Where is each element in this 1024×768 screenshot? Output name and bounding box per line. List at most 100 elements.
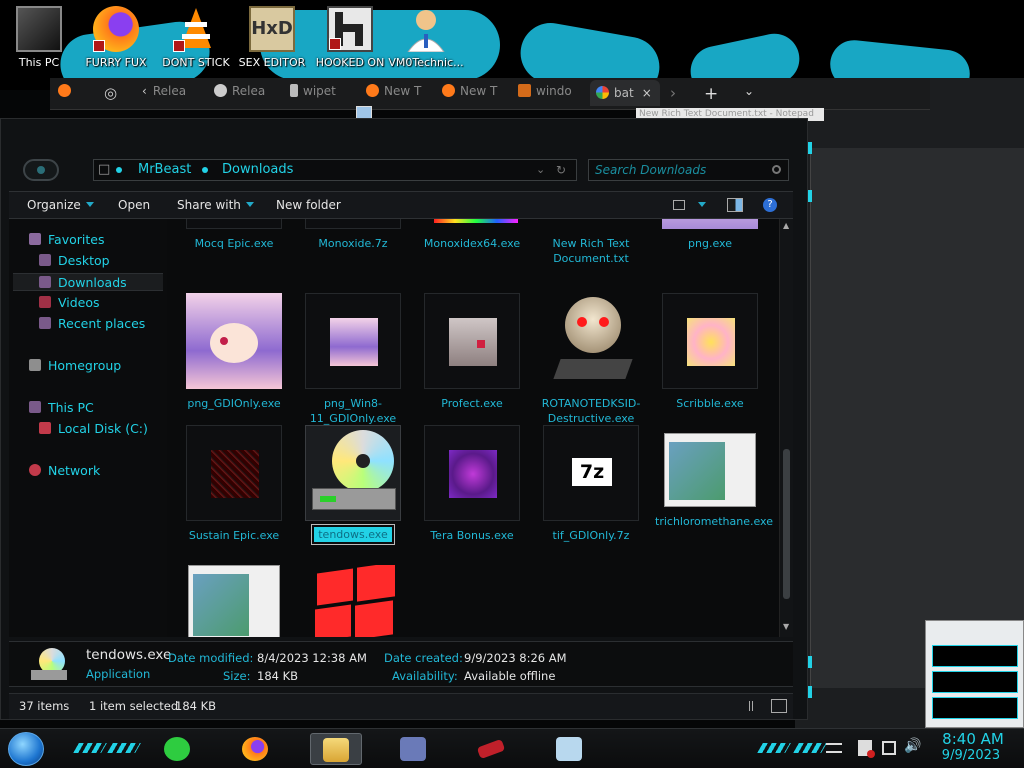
desktop-icon-this-pc[interactable]: This PC [1, 4, 77, 76]
file-new-rich-text-document[interactable]: New Rich Text Document.txt [536, 219, 646, 266]
back-forward-button[interactable] [23, 159, 59, 181]
organize-label: Organize [27, 198, 81, 212]
file-tera-bonus[interactable]: Tera Bonus.exe [417, 425, 527, 543]
tab-new-2[interactable]: New T [442, 84, 500, 104]
nav-recent-places[interactable]: Recent places [39, 315, 145, 333]
open-button[interactable]: Open [118, 192, 150, 218]
file-name-selected[interactable]: tendows.exe [311, 524, 395, 545]
tab-windows[interactable]: windo [518, 84, 580, 104]
tab-bat[interactable]: bat × [590, 80, 660, 106]
tab-list-chevron-icon[interactable]: ⌄ [744, 84, 754, 104]
search-input[interactable]: Search Downloads [588, 159, 789, 181]
desktop-icon-sex-editor[interactable]: HxD SEX EDITOR [234, 4, 310, 76]
file-item[interactable] [179, 565, 289, 637]
file-name: Sustain Epic.exe [188, 529, 280, 542]
file-rotanotedksid-destructive[interactable]: ROTANOTEDKSID-Destructive.exe [536, 293, 646, 426]
help-button[interactable]: ? [763, 198, 777, 212]
firefox-logo-icon[interactable] [58, 84, 76, 104]
tab-wipet[interactable]: wipet [290, 84, 344, 104]
search-placeholder: Search Downloads [595, 163, 707, 177]
organize-button[interactable]: Organize [27, 192, 94, 218]
details-view-icon[interactable] [749, 701, 753, 711]
nav-desktop[interactable]: Desktop [39, 252, 110, 270]
file-monoxide-7z[interactable]: Monoxide.7z [298, 219, 408, 251]
taskbar-app-snipping[interactable] [466, 733, 518, 765]
view-dropdown-icon[interactable] [693, 192, 706, 218]
file-item[interactable] [298, 565, 408, 637]
scissors-icon [476, 738, 506, 760]
firefox-icon [442, 84, 455, 97]
network-tray-icon[interactable] [882, 741, 896, 755]
screen: This PC FURRY FUX DONT STICK HxD SEX EDI… [0, 0, 1024, 768]
share-with-button[interactable]: Share with [177, 192, 254, 218]
swirl-icon [662, 293, 758, 389]
search-icon [772, 165, 781, 174]
desktop-icon-furry-fux[interactable]: FURRY FUX [78, 4, 154, 76]
desktop-icon-hooked-on[interactable]: HOOKED ON [312, 4, 388, 76]
nav-local-disk[interactable]: Local Disk (C:) [39, 420, 148, 438]
globe-icon[interactable]: ◎ [104, 84, 117, 104]
clock-date[interactable]: 9/9/2023 [938, 748, 1004, 763]
nav-homegroup[interactable]: Homegroup [29, 357, 121, 375]
address-bar[interactable]: □ MrBeast Downloads ⌄ ↻ [93, 159, 577, 181]
vertical-scrollbar[interactable]: ▲ ▼ [779, 219, 793, 637]
skull-icon [543, 293, 639, 389]
close-tab-icon[interactable]: × [642, 86, 652, 100]
file-profect[interactable]: Profect.exe [417, 293, 527, 411]
file-name: ROTANOTEDKSID-Destructive.exe [541, 397, 641, 425]
taskbar-app-control-panel[interactable] [388, 733, 440, 765]
scroll-up-icon[interactable]: ▲ [783, 222, 791, 230]
nav-label: Network [48, 463, 101, 478]
file-scribble[interactable]: Scribble.exe [655, 293, 765, 411]
file-png-gdionly[interactable]: png_GDIOnly.exe [179, 293, 289, 411]
nav-this-pc[interactable]: This PC [29, 399, 94, 417]
anime-girl-bunny-icon [305, 293, 401, 389]
large-icons-view-icon[interactable] [771, 699, 787, 713]
taskbar-decoration [757, 743, 791, 753]
nav-network[interactable]: Network [29, 462, 100, 480]
file-trichloromethane[interactable]: trichloromethane.exe [655, 425, 773, 529]
scroll-down-icon[interactable]: ▼ [783, 623, 791, 631]
taskbar-app-notepad[interactable] [544, 733, 596, 765]
tab-release-2[interactable]: Relea [214, 84, 266, 104]
scrollbar-thumb[interactable] [783, 449, 790, 599]
action-center-flag-icon[interactable] [858, 740, 875, 758]
taskbar-app-firefox[interactable] [230, 733, 282, 765]
nav-videos[interactable]: Videos [39, 294, 100, 312]
view-options-icon[interactable] [673, 200, 685, 210]
computer-icon [16, 6, 62, 52]
start-button[interactable] [8, 732, 44, 766]
volume-icon[interactable]: 🔊 [904, 738, 921, 754]
new-folder-button[interactable]: New folder [276, 192, 341, 218]
breadcrumb-downloads[interactable]: Downloads [222, 160, 293, 180]
file-sustain-epic[interactable]: Sustain Epic.exe [179, 425, 289, 543]
file-mocq-epic[interactable]: Mocq Epic.exe [179, 219, 289, 251]
desktop-icon-vm0technic[interactable]: VM0Technic... [388, 4, 464, 76]
file-tif-gdionly[interactable]: 7z tif_GDIOnly.7z [536, 425, 646, 543]
purple-noise-icon [424, 425, 520, 521]
file-tendows[interactable]: tendows.exe [298, 425, 408, 545]
file-monoxidex64[interactable]: Monoxidex64.exe [417, 219, 527, 251]
date-modified-label: Date modified: [168, 651, 254, 665]
show-hidden-icons-icon[interactable] [826, 743, 842, 753]
file-png-win8-11-gdionly[interactable]: png_Win8-11_GDIOnly.exe [298, 293, 408, 426]
nav-downloads[interactable]: Downloads [13, 273, 163, 291]
address-dropdown-icon[interactable]: ⌄ [536, 160, 545, 180]
clock-time[interactable]: 8:40 AM [942, 730, 1004, 748]
preview-pane-icon[interactable] [727, 198, 743, 212]
tab-release-1[interactable]: ‹ Relea [142, 84, 192, 104]
nav-favorites[interactable]: Favorites [29, 231, 104, 249]
taskbar-app-explorer[interactable] [310, 733, 362, 765]
file-png-exe[interactable]: png.exe [655, 219, 765, 251]
drive-icon [39, 422, 51, 434]
tab-scroll-right-icon[interactable]: › [670, 84, 676, 104]
tab-new-1[interactable]: New T [366, 84, 424, 104]
breadcrumb-mrbeast[interactable]: MrBeast [138, 160, 191, 180]
taskbar-app-chat[interactable] [152, 733, 204, 765]
window-preview-icon [664, 433, 756, 507]
refresh-icon[interactable]: ↻ [556, 160, 566, 180]
google-icon [596, 86, 609, 99]
desktop-icon-dont-stick[interactable]: DONT STICK [158, 4, 234, 76]
availability-label: Availability: [392, 669, 458, 683]
new-tab-button[interactable]: + [704, 84, 718, 104]
